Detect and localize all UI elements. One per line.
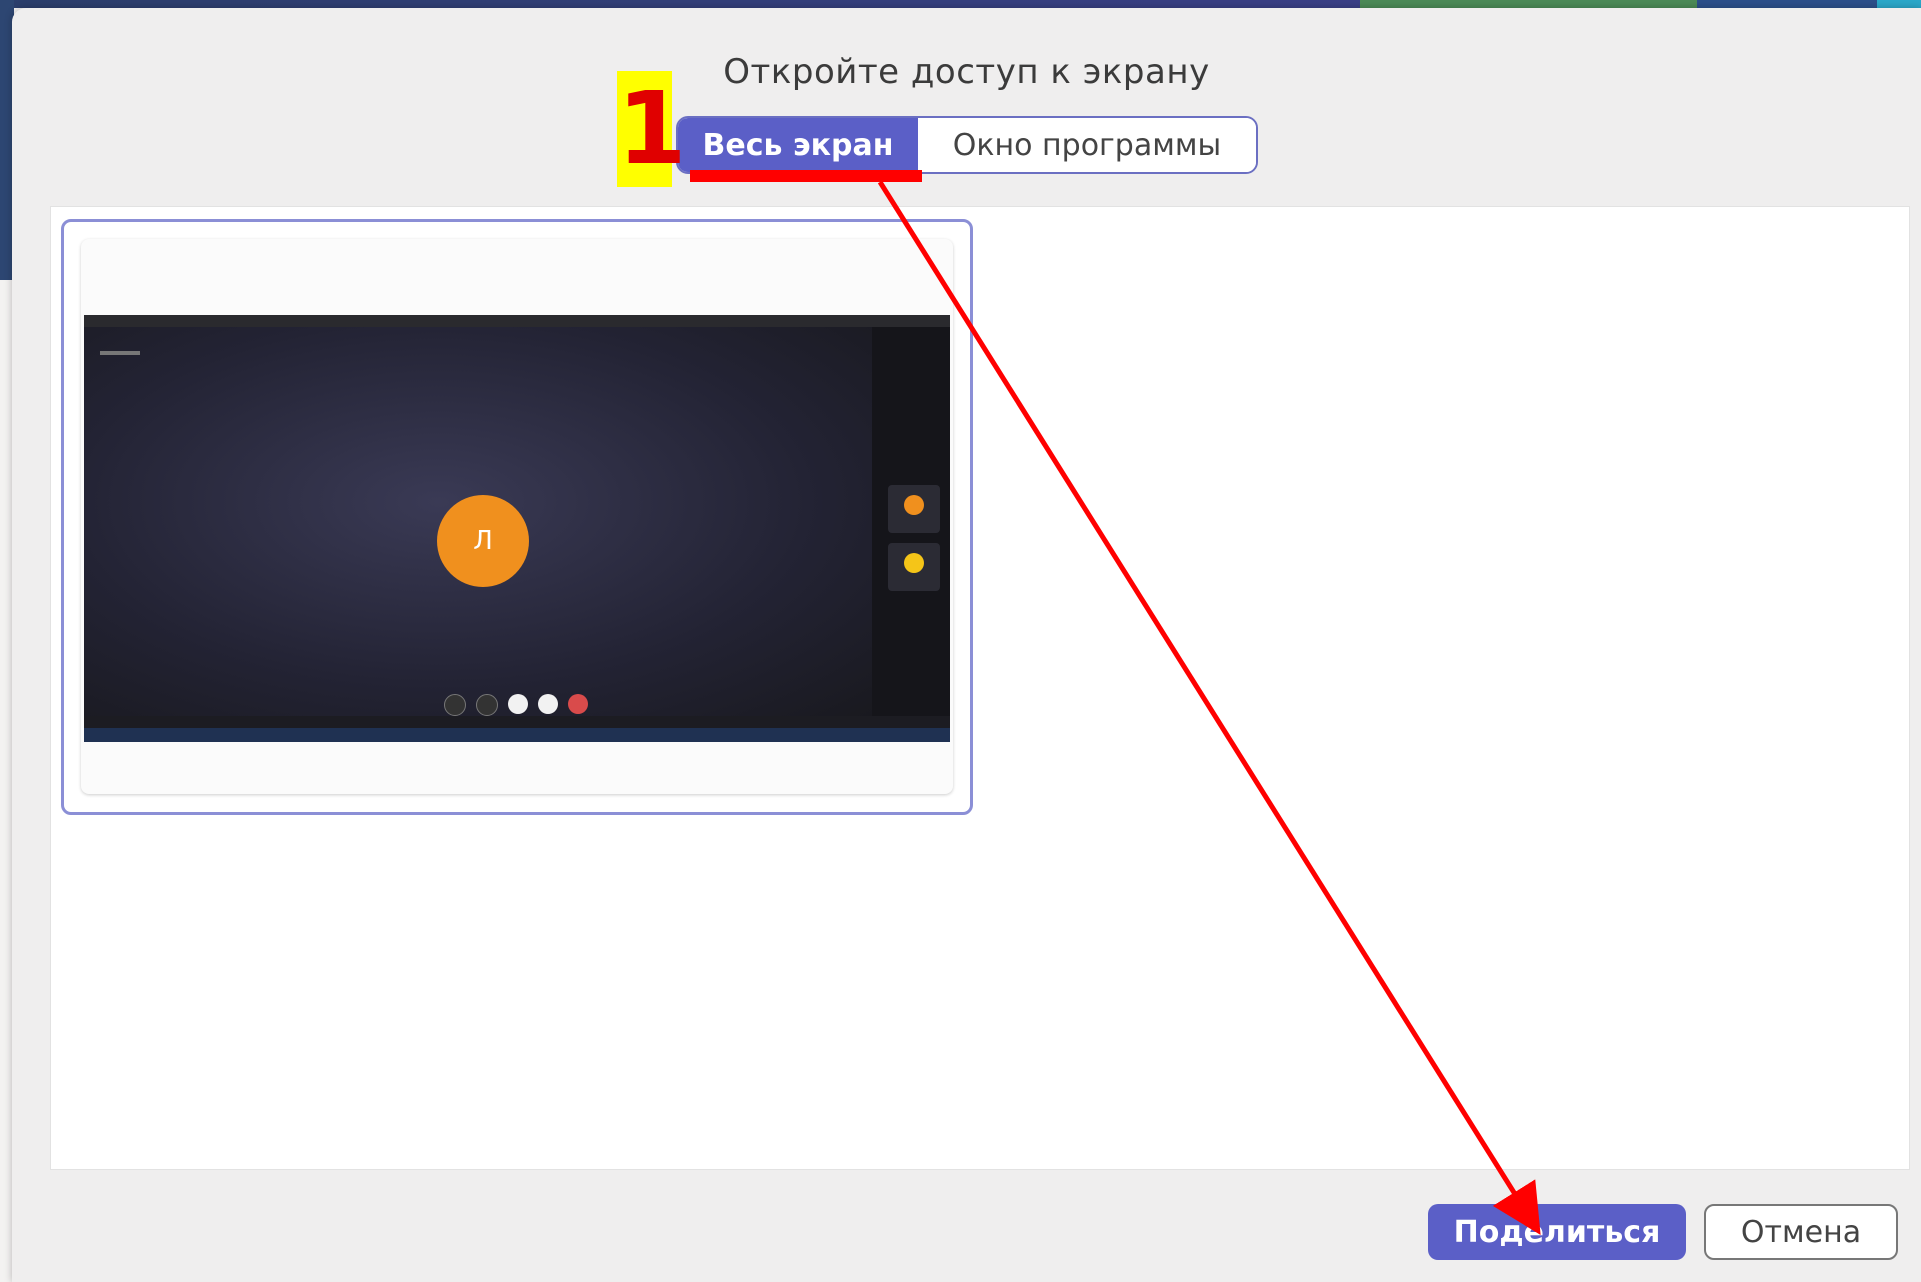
screen-preview-image: Л bbox=[84, 315, 950, 742]
background-app-strip bbox=[0, 0, 1921, 8]
cancel-button[interactable]: Отмена bbox=[1704, 1204, 1898, 1260]
preview-control-icon bbox=[476, 694, 498, 716]
screen-option-card[interactable]: Л bbox=[61, 219, 973, 815]
preview-control-icon bbox=[538, 694, 558, 714]
step-number-badge: 1 bbox=[617, 70, 687, 187]
share-mode-tabs: Весь экран Окно программы bbox=[676, 116, 1258, 174]
preview-control-icon bbox=[444, 694, 466, 716]
preview-meeting-timer bbox=[100, 351, 140, 355]
screen-thumbnail-frame: Л bbox=[81, 239, 953, 794]
preview-participant-avatar bbox=[904, 553, 924, 573]
preview-participant-tile bbox=[888, 485, 940, 533]
preview-taskbar bbox=[84, 728, 950, 742]
background-strip-segment bbox=[0, 0, 1360, 8]
preview-call-controls bbox=[444, 694, 588, 716]
share-screen-dialog: Откройте доступ к экрану Весь экран Окно… bbox=[12, 8, 1921, 1282]
background-strip-segment bbox=[1697, 0, 1877, 8]
tab-entire-screen[interactable]: Весь экран bbox=[678, 118, 918, 172]
screen-list-panel: Л bbox=[50, 206, 1910, 1170]
preview-control-icon bbox=[508, 694, 528, 714]
background-strip-segment bbox=[1360, 0, 1697, 8]
preview-hangup-icon bbox=[568, 694, 588, 714]
preview-participant-tile bbox=[888, 543, 940, 591]
annotation-underline bbox=[690, 170, 922, 182]
tab-program-window[interactable]: Окно программы bbox=[918, 118, 1256, 172]
preview-participant-avatar bbox=[904, 495, 924, 515]
dialog-title: Откройте доступ к экрану bbox=[723, 52, 1210, 92]
background-strip-segment bbox=[1877, 0, 1921, 8]
preview-titlebar bbox=[84, 315, 950, 327]
preview-avatar: Л bbox=[437, 495, 529, 587]
share-button[interactable]: Поделиться bbox=[1428, 1204, 1686, 1260]
